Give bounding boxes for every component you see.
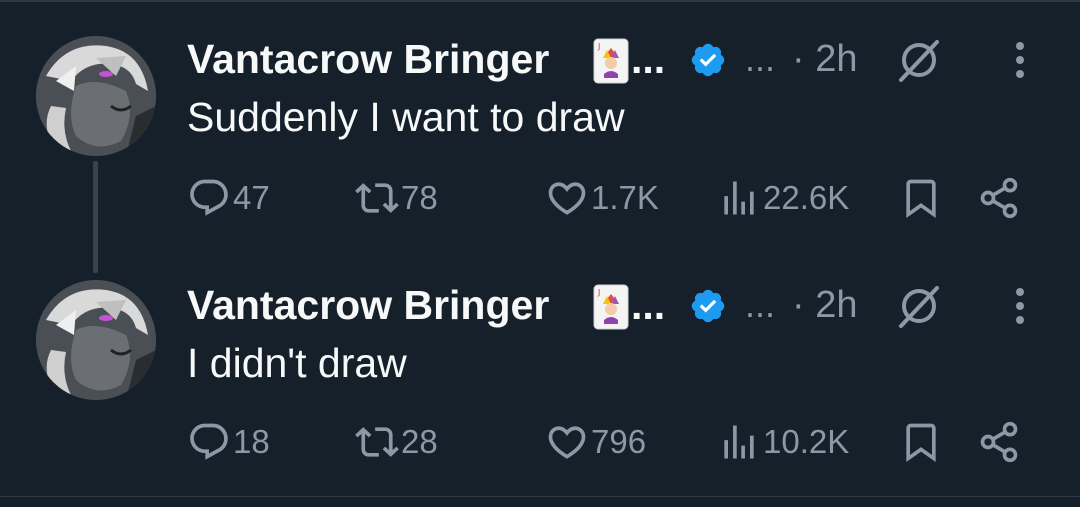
display-name[interactable]: Vantacrow Bringer [187,280,549,330]
views-count: 10.2K [763,423,850,460]
bookmark-button[interactable] [899,172,943,224]
svg-text:J: J [597,42,600,51]
repost-button[interactable]: 78 [355,172,438,224]
share-button[interactable] [977,172,1021,224]
tweet-1[interactable]: Vantacrow Bringer J ... ... · 2h Suddenl… [0,0,1080,273]
views-count: 22.6K [763,179,850,216]
like-button[interactable]: 1.7K [545,172,659,224]
heart-icon [548,182,586,215]
share-icon [980,177,1018,219]
bottom-divider [0,496,1080,497]
tweet-header: Vantacrow Bringer J ... ... · 2h [187,34,1057,84]
views-button[interactable]: 10.2K [717,416,849,468]
avatar[interactable] [36,280,156,400]
views-icon [724,425,754,459]
action-bar: 18 28 796 10.2K [187,416,1047,468]
timestamp[interactable]: · 2h [792,34,857,84]
joker-card-emoji-icon: J [593,38,629,84]
timestamp[interactable]: · 2h [792,280,857,330]
display-name[interactable]: Vantacrow Bringer [187,34,549,84]
like-count: 1.7K [591,179,659,216]
tweet-text: I didn't draw [187,340,407,386]
reply-button[interactable]: 47 [187,172,270,224]
svg-text:J: J [597,288,600,297]
like-count: 796 [591,423,647,460]
share-icon [980,421,1018,463]
avatar[interactable] [36,36,156,156]
repost-icon [355,183,399,213]
repost-button[interactable]: 28 [355,416,438,468]
views-button[interactable]: 22.6K [717,172,849,224]
repost-count: 78 [401,179,438,216]
tweet-text: Suddenly I want to draw [187,94,625,140]
reply-icon [190,423,228,460]
like-button[interactable]: 796 [545,416,646,468]
more-icon[interactable] [1013,286,1027,326]
share-button[interactable] [977,416,1021,468]
bookmark-icon [906,179,936,219]
name-truncation: ... [631,282,666,328]
tweet-header: Vantacrow Bringer J ... ... · 2h [187,280,1057,330]
reply-count: 18 [233,423,270,460]
action-bar: 47 78 1.7K 22.6K [187,172,1047,224]
views-icon [724,181,754,215]
reply-icon [190,179,228,216]
handle-truncation: ... [745,284,776,325]
joker-card-emoji-icon: J [593,284,629,330]
reply-count: 47 [233,179,270,216]
tweet-2[interactable]: Vantacrow Bringer J ... ... · 2h I didn'… [0,246,1080,486]
more-icon[interactable] [1013,40,1027,80]
name-truncation: ... [631,36,666,82]
grok-icon[interactable] [895,36,943,84]
repost-count: 28 [401,423,438,460]
verified-badge-icon[interactable] [689,287,727,325]
bookmark-button[interactable] [899,416,943,468]
reply-button[interactable]: 18 [187,416,270,468]
verified-badge-icon[interactable] [689,41,727,79]
grok-icon[interactable] [895,282,943,330]
bookmark-icon [906,423,936,463]
handle-truncation: ... [745,38,776,79]
repost-icon [355,427,399,457]
heart-icon [548,426,586,459]
